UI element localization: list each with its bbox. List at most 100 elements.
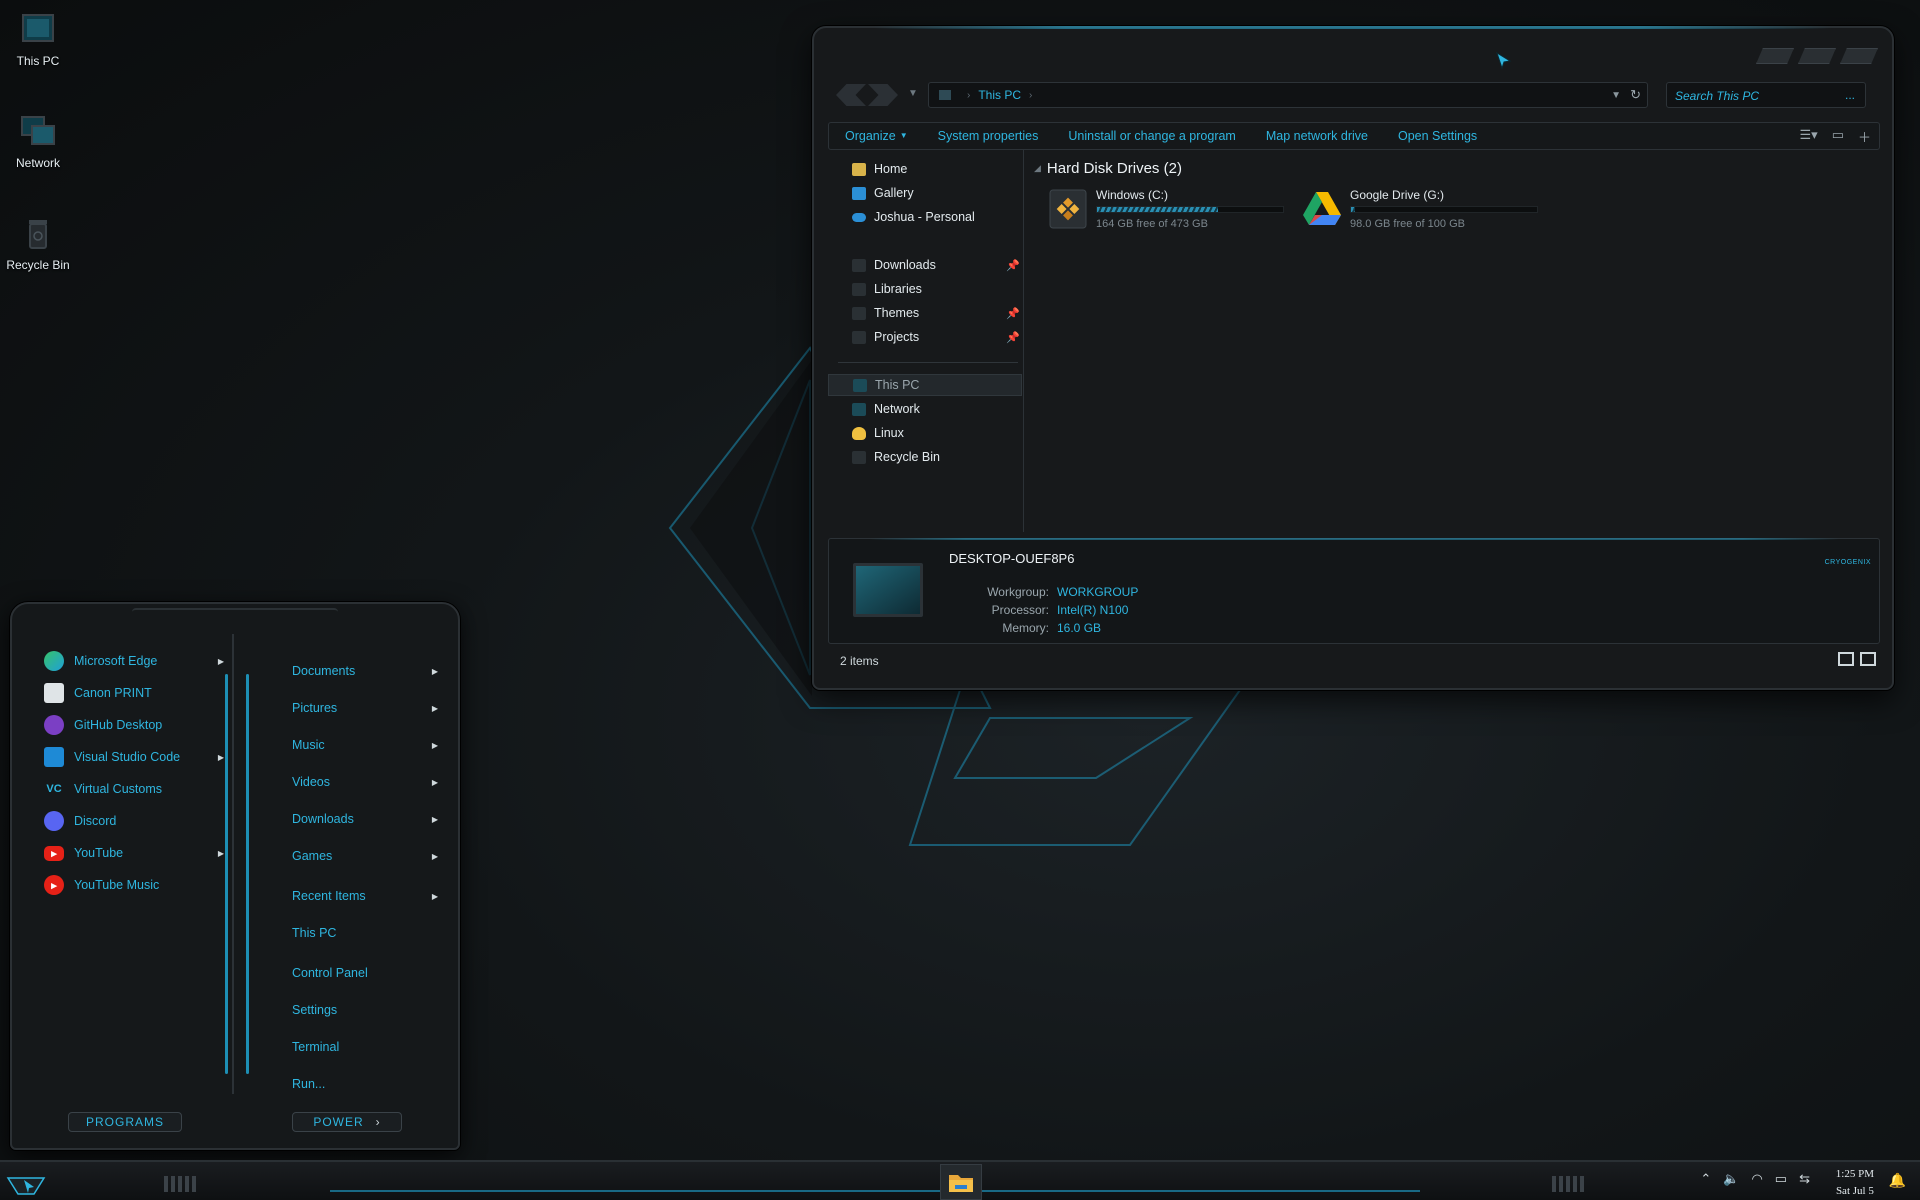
back-button[interactable] bbox=[836, 84, 866, 106]
place-this-pc[interactable]: This PC bbox=[292, 920, 442, 946]
place-terminal[interactable]: Terminal bbox=[292, 1034, 442, 1060]
computer-name: DESKTOP-OUEF8P6 bbox=[949, 551, 1075, 566]
uninstall-program-button[interactable]: Uninstall or change a program bbox=[1068, 129, 1235, 143]
nav-divider bbox=[838, 362, 1018, 363]
property-value: WORKGROUP bbox=[1057, 585, 1139, 599]
recent-locations-chevron-icon[interactable]: ▼ bbox=[908, 88, 918, 99]
nav-item-onedrive[interactable]: Joshua - Personal bbox=[828, 206, 1022, 228]
drive-google-drive-g[interactable]: Google Drive (G:) 98.0 GB free of 100 GB bbox=[1302, 186, 1552, 236]
app-github-desktop[interactable]: GitHub Desktop bbox=[44, 712, 234, 738]
system-properties-button[interactable]: System properties bbox=[938, 129, 1039, 143]
large-icons-view-icon[interactable] bbox=[1860, 652, 1876, 666]
pin-icon[interactable]: 📌 bbox=[1006, 307, 1020, 320]
theme-brand-logo: CRYOGENIX bbox=[1824, 559, 1871, 566]
nav-item-projects[interactable]: Projects 📌 bbox=[828, 326, 1022, 348]
view-options-icon[interactable]: ☰▾ bbox=[1800, 127, 1818, 146]
place-recent-items[interactable]: Recent Items ▶ bbox=[292, 883, 442, 909]
notifications-bell-icon[interactable]: 🔔 bbox=[1889, 1172, 1906, 1189]
collapse-icon[interactable]: ◢ bbox=[1034, 163, 1041, 173]
nav-item-gallery[interactable]: Gallery bbox=[828, 182, 1022, 204]
clock[interactable]: 1:25 PM Sat Jul 5 bbox=[1836, 1166, 1874, 1200]
navigation-buttons bbox=[836, 84, 898, 106]
place-pictures[interactable]: Pictures ▶ bbox=[292, 695, 442, 721]
pin-icon[interactable]: 📌 bbox=[1006, 259, 1020, 272]
this-pc-icon bbox=[853, 378, 867, 392]
place-downloads[interactable]: Downloads ▶ bbox=[292, 806, 442, 832]
forward-button[interactable] bbox=[868, 84, 898, 106]
power-button[interactable]: POWER › bbox=[292, 1112, 402, 1132]
wifi-icon[interactable]: ◠ bbox=[1751, 1171, 1762, 1187]
address-bar[interactable]: › This PC › ▼ ↻ bbox=[928, 82, 1648, 108]
desktop-icon-recycle-bin[interactable]: Recycle Bin bbox=[0, 216, 76, 272]
group-header[interactable]: ◢ Hard Disk Drives (2) bbox=[1034, 160, 1182, 177]
gallery-icon bbox=[852, 186, 866, 200]
start-button[interactable] bbox=[4, 1168, 48, 1200]
volume-icon[interactable]: 🔈 bbox=[1723, 1171, 1739, 1187]
breadcrumb-separator-icon[interactable]: › bbox=[1029, 90, 1032, 101]
property-value: 16.0 GB bbox=[1057, 621, 1102, 635]
place-videos[interactable]: Videos ▶ bbox=[292, 769, 442, 795]
refresh-icon[interactable]: ↻ bbox=[1630, 87, 1641, 103]
drive-usage-bar bbox=[1096, 206, 1284, 213]
place-run[interactable]: Run... bbox=[292, 1071, 442, 1097]
desktop-icon-network[interactable]: Network bbox=[0, 114, 76, 170]
maximize-button[interactable] bbox=[1798, 48, 1836, 64]
submenu-arrow-icon: ▶ bbox=[217, 752, 224, 762]
nav-item-home[interactable]: Home bbox=[828, 158, 1022, 180]
app-microsoft-edge[interactable]: Microsoft Edge ▶ bbox=[44, 648, 234, 674]
network-settings-icon[interactable]: ⇆ bbox=[1799, 1171, 1810, 1187]
map-network-drive-button[interactable]: Map network drive bbox=[1266, 129, 1368, 143]
desktop-icon-this-pc[interactable]: This PC bbox=[0, 12, 76, 68]
place-label: Run... bbox=[292, 1077, 326, 1091]
nav-item-themes[interactable]: Themes 📌 bbox=[828, 302, 1022, 324]
nav-item-linux[interactable]: Linux bbox=[828, 422, 1022, 444]
search-input[interactable]: Search This PC ... bbox=[1666, 82, 1866, 108]
place-games[interactable]: Games ▶ bbox=[292, 843, 442, 869]
taskbar-file-explorer[interactable] bbox=[940, 1164, 982, 1200]
nav-item-libraries[interactable]: Libraries bbox=[828, 278, 1022, 300]
app-visual-studio-code[interactable]: Visual Studio Code ▶ bbox=[44, 744, 234, 770]
address-history-chevron-icon[interactable]: ▼ bbox=[1611, 90, 1621, 101]
breadcrumb-separator-icon[interactable]: › bbox=[967, 90, 970, 101]
vscode-icon bbox=[44, 747, 64, 767]
explorer-window[interactable]: ▼ › This PC › ▼ ↻ Search This PC ... Org… bbox=[812, 26, 1894, 690]
place-label: Downloads bbox=[292, 812, 354, 826]
chevron-down-icon: ▼ bbox=[899, 131, 908, 140]
app-virtual-customs[interactable]: VC Virtual Customs bbox=[44, 776, 234, 802]
app-discord[interactable]: Discord bbox=[44, 808, 234, 834]
place-documents[interactable]: Documents ▶ bbox=[292, 658, 442, 684]
nav-item-this-pc[interactable]: This PC bbox=[828, 374, 1022, 396]
place-settings[interactable]: Settings bbox=[292, 997, 442, 1023]
nav-item-label: Home bbox=[874, 162, 908, 176]
nav-item-downloads[interactable]: Downloads 📌 bbox=[828, 254, 1022, 276]
nav-item-network[interactable]: Network bbox=[828, 398, 1022, 420]
battery-icon[interactable]: ▭ bbox=[1775, 1171, 1787, 1187]
submenu-arrow-icon: ▶ bbox=[431, 740, 438, 750]
drive-name: Google Drive (G:) bbox=[1350, 188, 1445, 202]
place-control-panel[interactable]: Control Panel bbox=[292, 960, 442, 986]
nav-item-label: Network bbox=[874, 402, 920, 416]
show-hidden-icons-icon[interactable]: ⌃ bbox=[1700, 1171, 1711, 1187]
programs-button[interactable]: PROGRAMS bbox=[68, 1112, 182, 1132]
pin-icon[interactable]: 📌 bbox=[1006, 331, 1020, 344]
folder-icon bbox=[852, 306, 866, 320]
preview-pane-icon[interactable]: ▭ bbox=[1832, 127, 1844, 146]
search-options-button[interactable]: ... bbox=[1845, 88, 1855, 102]
close-button[interactable] bbox=[1840, 48, 1878, 64]
property-label: Processor: bbox=[991, 603, 1049, 617]
drive-windows-c[interactable]: Windows (C:) 164 GB free of 473 GB bbox=[1048, 186, 1298, 236]
breadcrumb-this-pc[interactable]: This PC bbox=[978, 88, 1021, 102]
app-canon-print[interactable]: Canon PRINT bbox=[44, 680, 234, 706]
desktop-icon-label: Network bbox=[15, 156, 60, 170]
minimize-button[interactable] bbox=[1756, 48, 1794, 64]
add-icon[interactable]: ＋ bbox=[1858, 127, 1871, 146]
open-settings-button[interactable]: Open Settings bbox=[1398, 129, 1477, 143]
details-view-icon[interactable] bbox=[1838, 652, 1854, 666]
organize-button[interactable]: Organize ▼ bbox=[845, 129, 908, 143]
app-youtube[interactable]: ▸ YouTube ▶ bbox=[44, 840, 234, 866]
nav-item-recycle-bin[interactable]: Recycle Bin bbox=[828, 446, 1022, 468]
place-music[interactable]: Music ▶ bbox=[292, 732, 442, 758]
submenu-arrow-icon: ▶ bbox=[431, 851, 438, 861]
app-youtube-music[interactable]: ▸ YouTube Music bbox=[44, 872, 234, 898]
processor-row: Processor: Intel(R) N100 bbox=[949, 603, 1249, 617]
